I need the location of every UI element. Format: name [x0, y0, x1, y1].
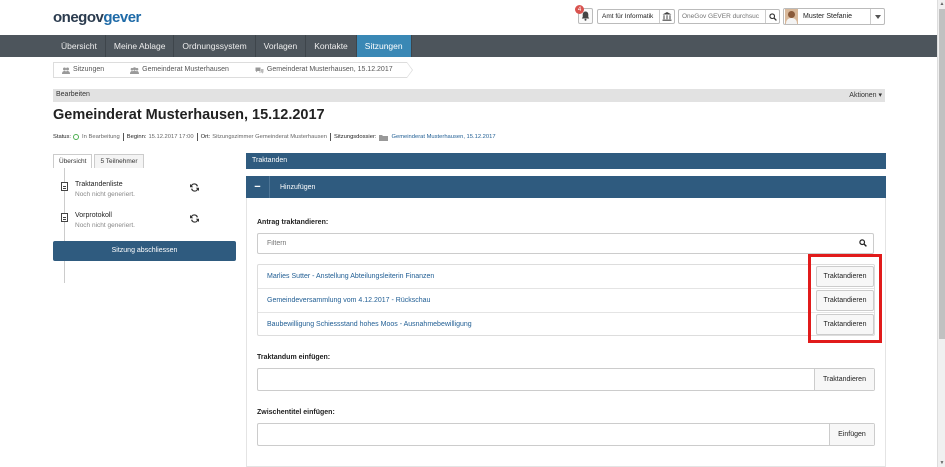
agenda-panel-header: Traktanden — [246, 153, 886, 169]
doc-title: Traktandenliste — [75, 181, 123, 188]
insert-heading-button[interactable]: Einfügen — [829, 424, 874, 445]
list-item: Marlies Sutter - Anstellung Abteilungsle… — [258, 265, 874, 289]
refresh-icon[interactable] — [189, 182, 200, 193]
proposal-list: Marlies Sutter - Anstellung Abteilungsle… — [257, 264, 875, 336]
onegov-gever-logo[interactable]: onegovgever — [53, 9, 141, 26]
collapse-icon[interactable]: − — [246, 176, 270, 198]
left-tabs: Übersicht 5 Teilnehmer — [53, 154, 144, 168]
edit-button[interactable]: Bearbeiten — [56, 91, 90, 98]
org-unit-selector[interactable]: Amt für Informatik — [597, 9, 675, 24]
proposal-section-label: Antrag traktandieren: — [257, 219, 329, 226]
proposal-link[interactable]: Baubewilligung Schiessstand hohes Moos -… — [267, 321, 472, 328]
nav-item-meine-ablage[interactable]: Meine Ablage — [106, 35, 175, 57]
search-input[interactable] — [679, 13, 765, 20]
page-title: Gemeinderat Musterhausen, 15.12.2017 — [53, 107, 325, 123]
tab-overview[interactable]: Übersicht — [53, 154, 93, 168]
chat-icon — [255, 67, 264, 74]
insert-item-row: Traktandieren — [257, 368, 875, 391]
dossier-label: Sitzungsdossier: — [333, 134, 377, 140]
start-value: 15.12.2017 17:00 — [148, 134, 194, 140]
global-search — [678, 9, 780, 24]
breadcrumb-label: Sitzungen — [73, 66, 105, 73]
meeting-meta: Status: In Bearbeitung Beginn: 15.12.201… — [53, 133, 496, 141]
nav-item-sitzungen[interactable]: Sitzungen — [356, 35, 412, 57]
top-header: onegovgever 4 Amt für Informatik Muster … — [0, 0, 937, 35]
place-label: Ort: — [200, 134, 211, 140]
org-unit-label: Amt für Informatik — [602, 13, 654, 20]
group-icon — [130, 66, 140, 74]
filter-input[interactable] — [258, 240, 853, 247]
close-meeting-button[interactable]: Sitzung abschliessen — [53, 241, 236, 261]
insert-heading-row: Einfügen — [257, 423, 875, 446]
breadcrumb-label: Gemeinderat Musterhausen — [142, 66, 229, 73]
add-section-toggle[interactable]: − Hinzufügen — [246, 176, 886, 198]
dossier-link[interactable]: Gemeinderat Musterhausen, 15.12.2017 — [391, 134, 495, 140]
doc-agenda-list: Traktandenliste Noch nicht generiert. — [61, 181, 231, 203]
status-circle-icon — [73, 134, 80, 140]
refresh-icon[interactable] — [189, 213, 200, 224]
meta-separator — [122, 133, 124, 141]
page-scrollbar[interactable]: ▲ ▼ — [937, 0, 945, 467]
doc-title: Vorprotokoll — [75, 212, 112, 219]
tab-participants[interactable]: 5 Teilnehmer — [94, 154, 144, 168]
search-icon[interactable] — [765, 10, 779, 23]
insert-item-label: Traktandum einfügen: — [257, 354, 331, 361]
meta-separator — [196, 133, 198, 141]
breadcrumb-sitzungen[interactable]: Sitzungen — [53, 62, 125, 78]
insert-heading-input[interactable] — [258, 424, 813, 445]
place-value: Sitzungszimmer Gemeinderat Musterhausen — [212, 134, 327, 140]
breadcrumb-meeting[interactable]: Gemeinderat Musterhausen, 15.12.2017 — [242, 62, 413, 78]
search-icon — [853, 238, 873, 249]
list-item: Gemeindeversammlung vom 4.12.2017 - Rück… — [258, 289, 874, 313]
proposal-filter — [257, 233, 874, 254]
highlight-box — [808, 254, 882, 343]
user-avatar — [785, 9, 798, 24]
document-icon — [61, 182, 68, 191]
scrollbar-thumb[interactable] — [939, 9, 945, 339]
document-icon — [61, 213, 68, 222]
proposal-link[interactable]: Marlies Sutter - Anstellung Abteilungsle… — [267, 273, 434, 280]
doc-status: Noch nicht generiert. — [75, 191, 135, 198]
meeting-overview-panel: Traktandenliste Noch nicht generiert. Vo… — [53, 168, 236, 288]
insert-item-input[interactable] — [258, 369, 813, 390]
proposal-link[interactable]: Gemeindeversammlung vom 4.12.2017 - Rück… — [267, 297, 430, 304]
add-section-label: Hinzufügen — [280, 183, 316, 191]
start-label: Beginn: — [126, 134, 147, 140]
actions-menu-button[interactable]: Aktionen ▾ — [849, 91, 882, 99]
user-menu[interactable]: Muster Stefanie — [783, 8, 885, 25]
nav-item-kontakte[interactable]: Kontakte — [306, 35, 357, 57]
nav-item-uebersicht[interactable]: Übersicht — [53, 35, 106, 57]
nav-item-vorlagen[interactable]: Vorlagen — [256, 35, 307, 57]
doc-pre-protocol: Vorprotokoll Noch nicht generiert. — [61, 212, 231, 234]
meta-separator — [329, 133, 331, 141]
action-bar: Bearbeiten Aktionen ▾ — [53, 89, 885, 102]
list-item: Baubewilligung Schiessstand hohes Moos -… — [258, 313, 874, 337]
user-name: Muster Stefanie — [803, 13, 853, 20]
chevron-down-icon[interactable] — [870, 9, 884, 24]
status-value: In Bearbeitung — [82, 134, 120, 140]
status-label: Status: — [53, 134, 72, 140]
meetings-icon — [62, 67, 70, 74]
insert-item-button[interactable]: Traktandieren — [814, 369, 874, 390]
breadcrumb: Sitzungen Gemeinderat Musterhausen Gemei… — [53, 62, 413, 78]
breadcrumb-label: Gemeinderat Musterhausen, 15.12.2017 — [266, 66, 393, 73]
insert-heading-label: Zwischentitel einfügen: — [257, 409, 335, 416]
bank-icon — [659, 10, 674, 23]
doc-status: Noch nicht generiert. — [75, 222, 135, 229]
folder-icon — [379, 134, 389, 141]
notification-count-badge: 4 — [575, 5, 584, 14]
breadcrumb-committee[interactable]: Gemeinderat Musterhausen — [118, 62, 249, 78]
main-navigation: Übersicht Meine Ablage Ordnungssystem Vo… — [0, 35, 937, 57]
scroll-down-icon[interactable]: ▼ — [939, 460, 945, 466]
scroll-up-icon[interactable]: ▲ — [939, 1, 945, 7]
nav-item-ordnungssystem[interactable]: Ordnungssystem — [174, 35, 256, 57]
